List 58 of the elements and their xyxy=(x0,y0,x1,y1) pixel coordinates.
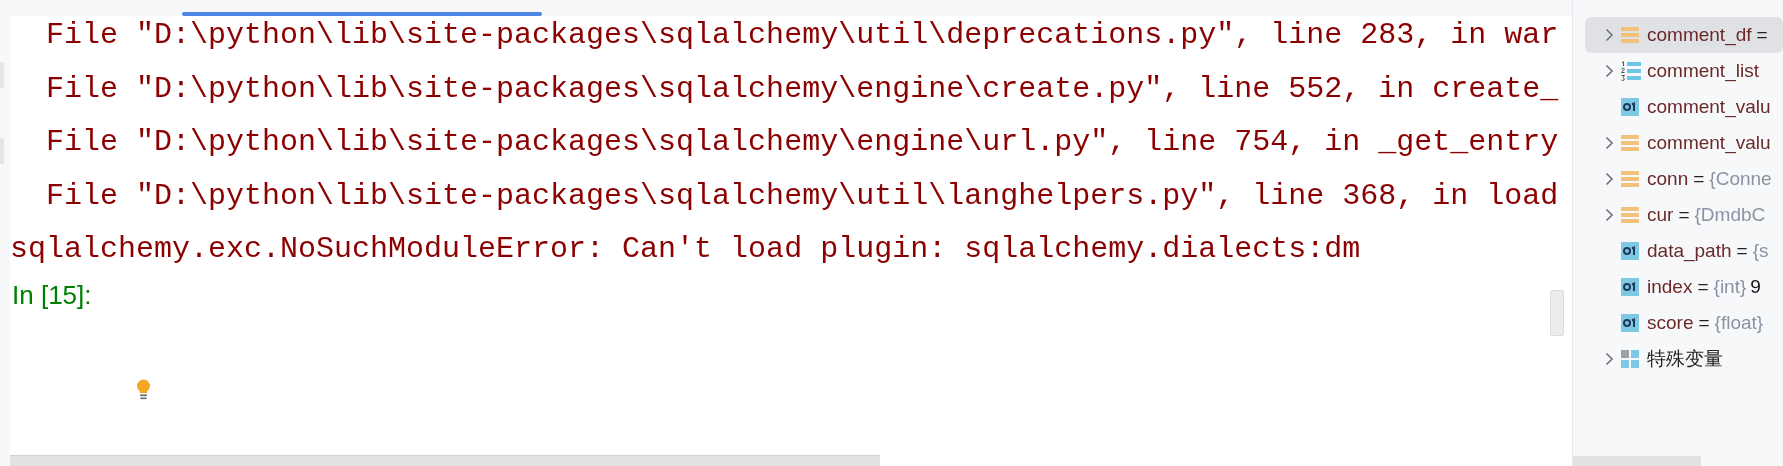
variable-type: {DmdbC xyxy=(1694,204,1766,226)
variable-row[interactable]: data_path = {s xyxy=(1585,233,1783,269)
binary-value-icon xyxy=(1621,314,1639,332)
horizontal-scrollbar[interactable] xyxy=(1573,456,1701,466)
lightbulb-icon[interactable] xyxy=(136,378,151,400)
binary-value-icon xyxy=(1621,242,1639,260)
binary-value-icon xyxy=(1621,98,1639,116)
numbered-list-icon xyxy=(1621,61,1641,81)
chevron-right-icon[interactable] xyxy=(1605,136,1614,150)
equals-sign: = xyxy=(1756,24,1768,46)
variable-name: comment_list xyxy=(1647,60,1759,82)
equals-sign: = xyxy=(1693,168,1705,190)
traceback-line: File "D:\python\lib\site-packages\sqlalchemy\engine\create.py", line 552, in create_ xyxy=(45,70,1559,108)
horizontal-scrollbar[interactable] xyxy=(10,455,880,466)
variable-name: comment_df xyxy=(1647,24,1752,46)
equals-sign: = xyxy=(1736,240,1748,262)
binary-value-icon xyxy=(1621,278,1639,296)
variable-row[interactable]: comment_valu xyxy=(1585,89,1783,125)
variable-row[interactable]: comment_df = xyxy=(1585,17,1783,53)
variable-name: cur xyxy=(1647,204,1674,226)
chevron-right-icon[interactable] xyxy=(1605,352,1614,366)
variable-row[interactable]: score = {float} xyxy=(1585,305,1783,341)
chevron-right-icon[interactable] xyxy=(1605,64,1614,78)
variable-type: {Conne xyxy=(1709,168,1772,190)
variable-name: score xyxy=(1647,312,1694,334)
variable-row[interactable]: comment_list xyxy=(1585,53,1783,89)
table-icon xyxy=(1621,134,1639,152)
variable-value: 9 xyxy=(1750,276,1761,298)
scrollbar-thumb[interactable] xyxy=(1550,290,1564,336)
variable-row[interactable]: cur = {DmdbC xyxy=(1585,197,1783,233)
variable-row[interactable]: index = {int} 9 xyxy=(1585,269,1783,305)
traceback-line: File "D:\python\lib\site-packages\sqlalchemy\util\langhelpers.py", line 368, in load xyxy=(45,177,1559,215)
equals-sign: = xyxy=(1678,204,1690,226)
variable-name: comment_valu xyxy=(1647,132,1771,154)
variable-name: 特殊变量 xyxy=(1647,347,1723,371)
chevron-right-icon[interactable] xyxy=(1605,172,1614,186)
variable-row[interactable]: 特殊变量 xyxy=(1585,341,1783,377)
table-icon xyxy=(1621,206,1639,224)
variable-type: {s xyxy=(1752,240,1769,262)
input-prompt: In [15]: xyxy=(12,279,92,311)
variable-name: data_path xyxy=(1647,240,1732,262)
error-message: sqlalchemy.exc.NoSuchModuleError: Can't load plugin: sqlalchemy.dialects:dm xyxy=(10,231,1361,268)
variable-name: conn xyxy=(1647,168,1689,190)
variable-type: {float} xyxy=(1714,312,1764,334)
variable-row[interactable]: conn = {Conne xyxy=(1585,161,1783,197)
traceback-line: File "D:\python\lib\site-packages\sqlalchemy\engine\url.py", line 754, in _get_entry xyxy=(45,124,1559,161)
grid-icon xyxy=(1621,350,1639,368)
traceback-line: File "D:\python\lib\site-packages\sqlalchemy\util\deprecations.py", line 283, in war xyxy=(45,17,1559,54)
chevron-right-icon[interactable] xyxy=(1605,28,1614,42)
variable-row[interactable]: comment_valu xyxy=(1585,125,1783,161)
table-icon xyxy=(1621,170,1639,188)
chevron-right-icon[interactable] xyxy=(1605,208,1614,222)
variable-name: index xyxy=(1647,276,1693,298)
equals-sign: = xyxy=(1697,276,1709,298)
variable-type: {int} xyxy=(1713,276,1747,298)
variable-name: comment_valu xyxy=(1647,96,1771,118)
equals-sign: = xyxy=(1698,312,1710,334)
table-icon xyxy=(1621,26,1639,44)
